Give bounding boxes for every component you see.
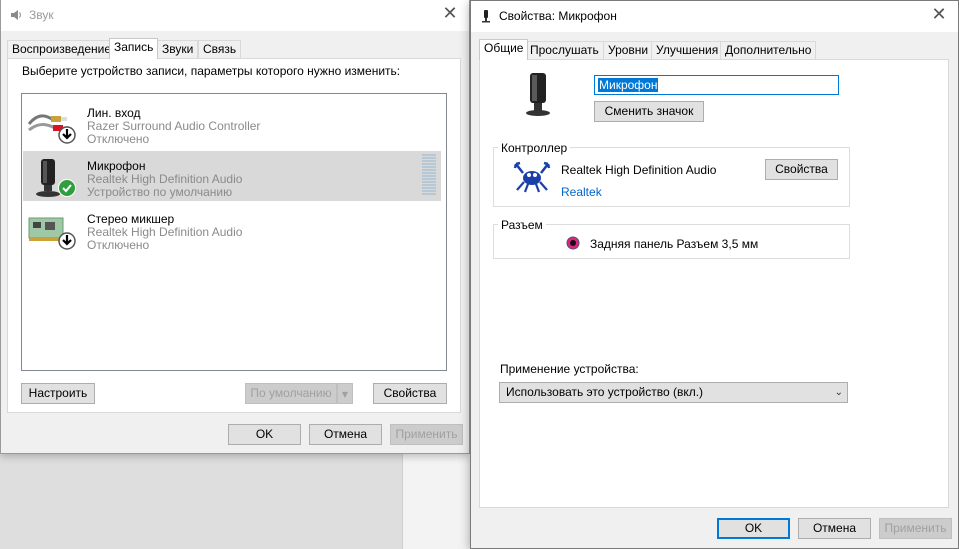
sound-cancel-button[interactable]: Отмена [309, 424, 382, 445]
tab-communications[interactable]: Связь [198, 40, 242, 58]
configure-button[interactable]: Настроить [21, 383, 95, 404]
tab-advanced[interactable]: Дополнительно [720, 41, 817, 59]
properties-ok-button[interactable]: OK [717, 518, 790, 539]
general-panel [479, 59, 949, 508]
device-name: Стерео микшер [87, 212, 175, 226]
tab-levels[interactable]: Уровни [603, 41, 654, 59]
device-driver: Realtek High Definition Audio [87, 225, 243, 239]
properties-window-title: Свойства: Микрофон [499, 9, 617, 23]
device-usage-value: Использовать это устройство (вкл.) [506, 385, 704, 399]
tab-playback[interactable]: Воспроизведение [7, 40, 117, 58]
background-window-edge [402, 454, 470, 549]
set-default-dropdown[interactable]: ▼ [337, 383, 353, 404]
tab-listen[interactable]: Прослушать [525, 41, 604, 59]
sound-window-title: Звук [29, 8, 54, 22]
device-name: Микрофон [87, 159, 146, 173]
device-properties-button[interactable]: Свойства [373, 383, 447, 404]
properties-apply-button[interactable]: Применить [879, 518, 952, 539]
properties-close-icon[interactable]: ✕ [930, 6, 948, 24]
list-item[interactable]: Стерео микшер Realtek High Definition Au… [23, 204, 441, 254]
device-driver: Realtek High Definition Audio [87, 172, 243, 186]
list-item-selected[interactable]: Микрофон Realtek High Definition Audio У… [23, 151, 441, 201]
properties-cancel-button[interactable]: Отмена [798, 518, 871, 539]
microphone-icon [36, 159, 76, 197]
speaker-icon [11, 10, 21, 20]
device-status: Отключено [87, 238, 150, 252]
sound-window: Звук ✕ Воспроизведение Запись Звуки Связ… [0, 0, 470, 454]
device-status: Устройство по умолчанию [87, 185, 233, 199]
sound-card-icon [28, 217, 76, 250]
background-window-strip [0, 454, 470, 549]
set-default-button[interactable]: По умолчанию [245, 383, 337, 404]
line-in-jack-icon [27, 114, 76, 144]
device-usage-select[interactable]: Использовать это устройство (вкл.) ⌄ [499, 382, 848, 403]
device-status: Отключено [87, 132, 150, 146]
input-level-meter [422, 154, 436, 196]
device-usage-label: Применение устройства: [500, 362, 639, 376]
sound-apply-button[interactable]: Применить [390, 424, 463, 445]
device-driver: Razer Surround Audio Controller [87, 119, 261, 133]
controller-label: Контроллер [498, 141, 571, 155]
device-name-input[interactable]: Микрофон [594, 75, 839, 95]
controller-name: Realtek High Definition Audio [561, 163, 717, 177]
list-item[interactable]: Лин. вход Razer Surround Audio Controlle… [23, 98, 441, 148]
jack-description: Задняя панель Разъем 3,5 мм [590, 237, 759, 251]
sound-ok-button[interactable]: OK [228, 424, 301, 445]
device-name: Лин. вход [87, 106, 141, 120]
chevron-down-icon: ⌄ [834, 387, 843, 398]
microphone-properties-window: Свойства: Микрофон ✕ Общие Прослушать Ур… [470, 0, 959, 549]
jack-label: Разъем [498, 218, 546, 232]
realtek-crab-icon [513, 161, 551, 193]
recording-device-list[interactable]: Лин. вход Razer Surround Audio Controlle… [21, 93, 447, 371]
tab-recording[interactable]: Запись [109, 38, 159, 59]
change-icon-button[interactable]: Сменить значок [594, 101, 704, 122]
device-microphone-icon [526, 73, 550, 116]
device-name-value: Микрофон [598, 78, 659, 92]
instruction-text: Выберите устройство записи, параметры ко… [22, 64, 401, 78]
sound-close-icon[interactable]: ✕ [441, 5, 459, 23]
controller-properties-button[interactable]: Свойства [765, 159, 838, 180]
tab-sounds[interactable]: Звуки [157, 40, 199, 58]
chevron-down-icon: ▼ [341, 390, 349, 399]
tab-enhancements[interactable]: Улучшения [651, 41, 724, 59]
properties-titlebar[interactable]: Свойства: Микрофон ✕ [471, 1, 958, 32]
tab-general[interactable]: Общие [479, 39, 529, 60]
sound-titlebar[interactable]: Звук ✕ [1, 0, 469, 31]
controller-vendor-link[interactable]: Realtek [561, 185, 602, 199]
jack-color-icon [566, 236, 580, 250]
microphone-icon [482, 10, 490, 23]
